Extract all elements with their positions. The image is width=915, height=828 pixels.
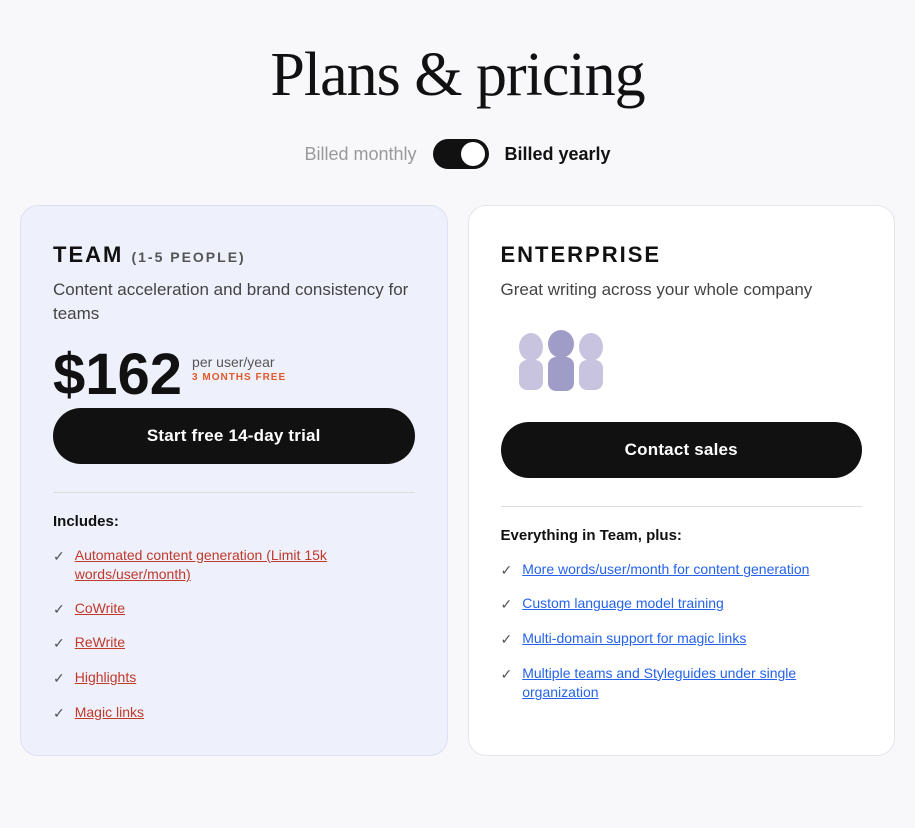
list-item: ✓ Multiple teams and Styleguides under s… (501, 664, 863, 703)
list-item: ✓ ReWrite (53, 633, 415, 654)
check-icon: ✓ (53, 600, 65, 620)
plan-description-enterprise: Great writing across your whole company (501, 278, 863, 302)
feature-text: CoWrite (75, 599, 125, 619)
plans-container: TEAM (1-5 PEOPLE) Content acceleration a… (20, 205, 895, 756)
feature-text: Automated content generation (Limit 15k … (75, 546, 415, 585)
feature-text: ReWrite (75, 633, 125, 653)
price-amount-team: $162 (53, 346, 182, 404)
enterprise-includes-label: Everything in Team, plus: (501, 527, 863, 544)
enterprise-cta-button[interactable]: Contact sales (501, 422, 863, 478)
team-features-list: ✓ Automated content generation (Limit 15… (53, 546, 415, 724)
list-item: ✓ Automated content generation (Limit 15… (53, 546, 415, 585)
list-item: ✓ More words/user/month for content gene… (501, 560, 863, 581)
list-item: ✓ Custom language model training (501, 594, 863, 615)
check-icon: ✓ (53, 547, 65, 567)
billing-yearly-label: Billed yearly (505, 144, 611, 165)
list-item: ✓ CoWrite (53, 599, 415, 620)
enterprise-features-list: ✓ More words/user/month for content gene… (501, 560, 863, 703)
feature-text: Multi-domain support for magic links (522, 629, 746, 649)
feature-text: Multiple teams and Styleguides under sin… (522, 664, 862, 703)
price-per-team: per user/year (192, 354, 286, 370)
feature-text: More words/user/month for content genera… (522, 560, 809, 580)
billing-toggle[interactable] (433, 139, 489, 169)
feature-text: Highlights (75, 668, 136, 688)
check-icon: ✓ (501, 665, 513, 685)
page-title: Plans & pricing (270, 40, 644, 111)
billing-toggle-row: Billed monthly Billed yearly (304, 139, 610, 169)
plan-card-enterprise: ENTERPRISE Great writing across your who… (468, 205, 896, 756)
price-details-team: per user/year 3 MONTHS FREE (192, 346, 286, 383)
divider-enterprise (501, 506, 863, 507)
plan-description-team: Content acceleration and brand consisten… (53, 278, 415, 326)
divider-team (53, 492, 415, 493)
check-icon: ✓ (501, 630, 513, 650)
team-cta-button[interactable]: Start free 14-day trial (53, 408, 415, 464)
price-row-team: $162 per user/year 3 MONTHS FREE (53, 346, 415, 404)
check-icon: ✓ (501, 595, 513, 615)
feature-text: Custom language model training (522, 594, 724, 614)
toggle-knob (461, 142, 485, 166)
plan-name-enterprise: ENTERPRISE (501, 242, 863, 268)
list-item: ✓ Highlights (53, 668, 415, 689)
feature-text: Magic links (75, 703, 144, 723)
team-includes-label: Includes: (53, 513, 415, 530)
billing-monthly-label: Billed monthly (304, 144, 416, 165)
enterprise-illustration (501, 322, 601, 402)
check-icon: ✓ (53, 704, 65, 724)
check-icon: ✓ (53, 669, 65, 689)
check-icon: ✓ (501, 561, 513, 581)
plan-card-team: TEAM (1-5 PEOPLE) Content acceleration a… (20, 205, 448, 756)
plan-name-team: TEAM (1-5 PEOPLE) (53, 242, 415, 268)
list-item: ✓ Magic links (53, 703, 415, 724)
price-promo-team: 3 MONTHS FREE (192, 372, 286, 383)
list-item: ✓ Multi-domain support for magic links (501, 629, 863, 650)
check-icon: ✓ (53, 634, 65, 654)
